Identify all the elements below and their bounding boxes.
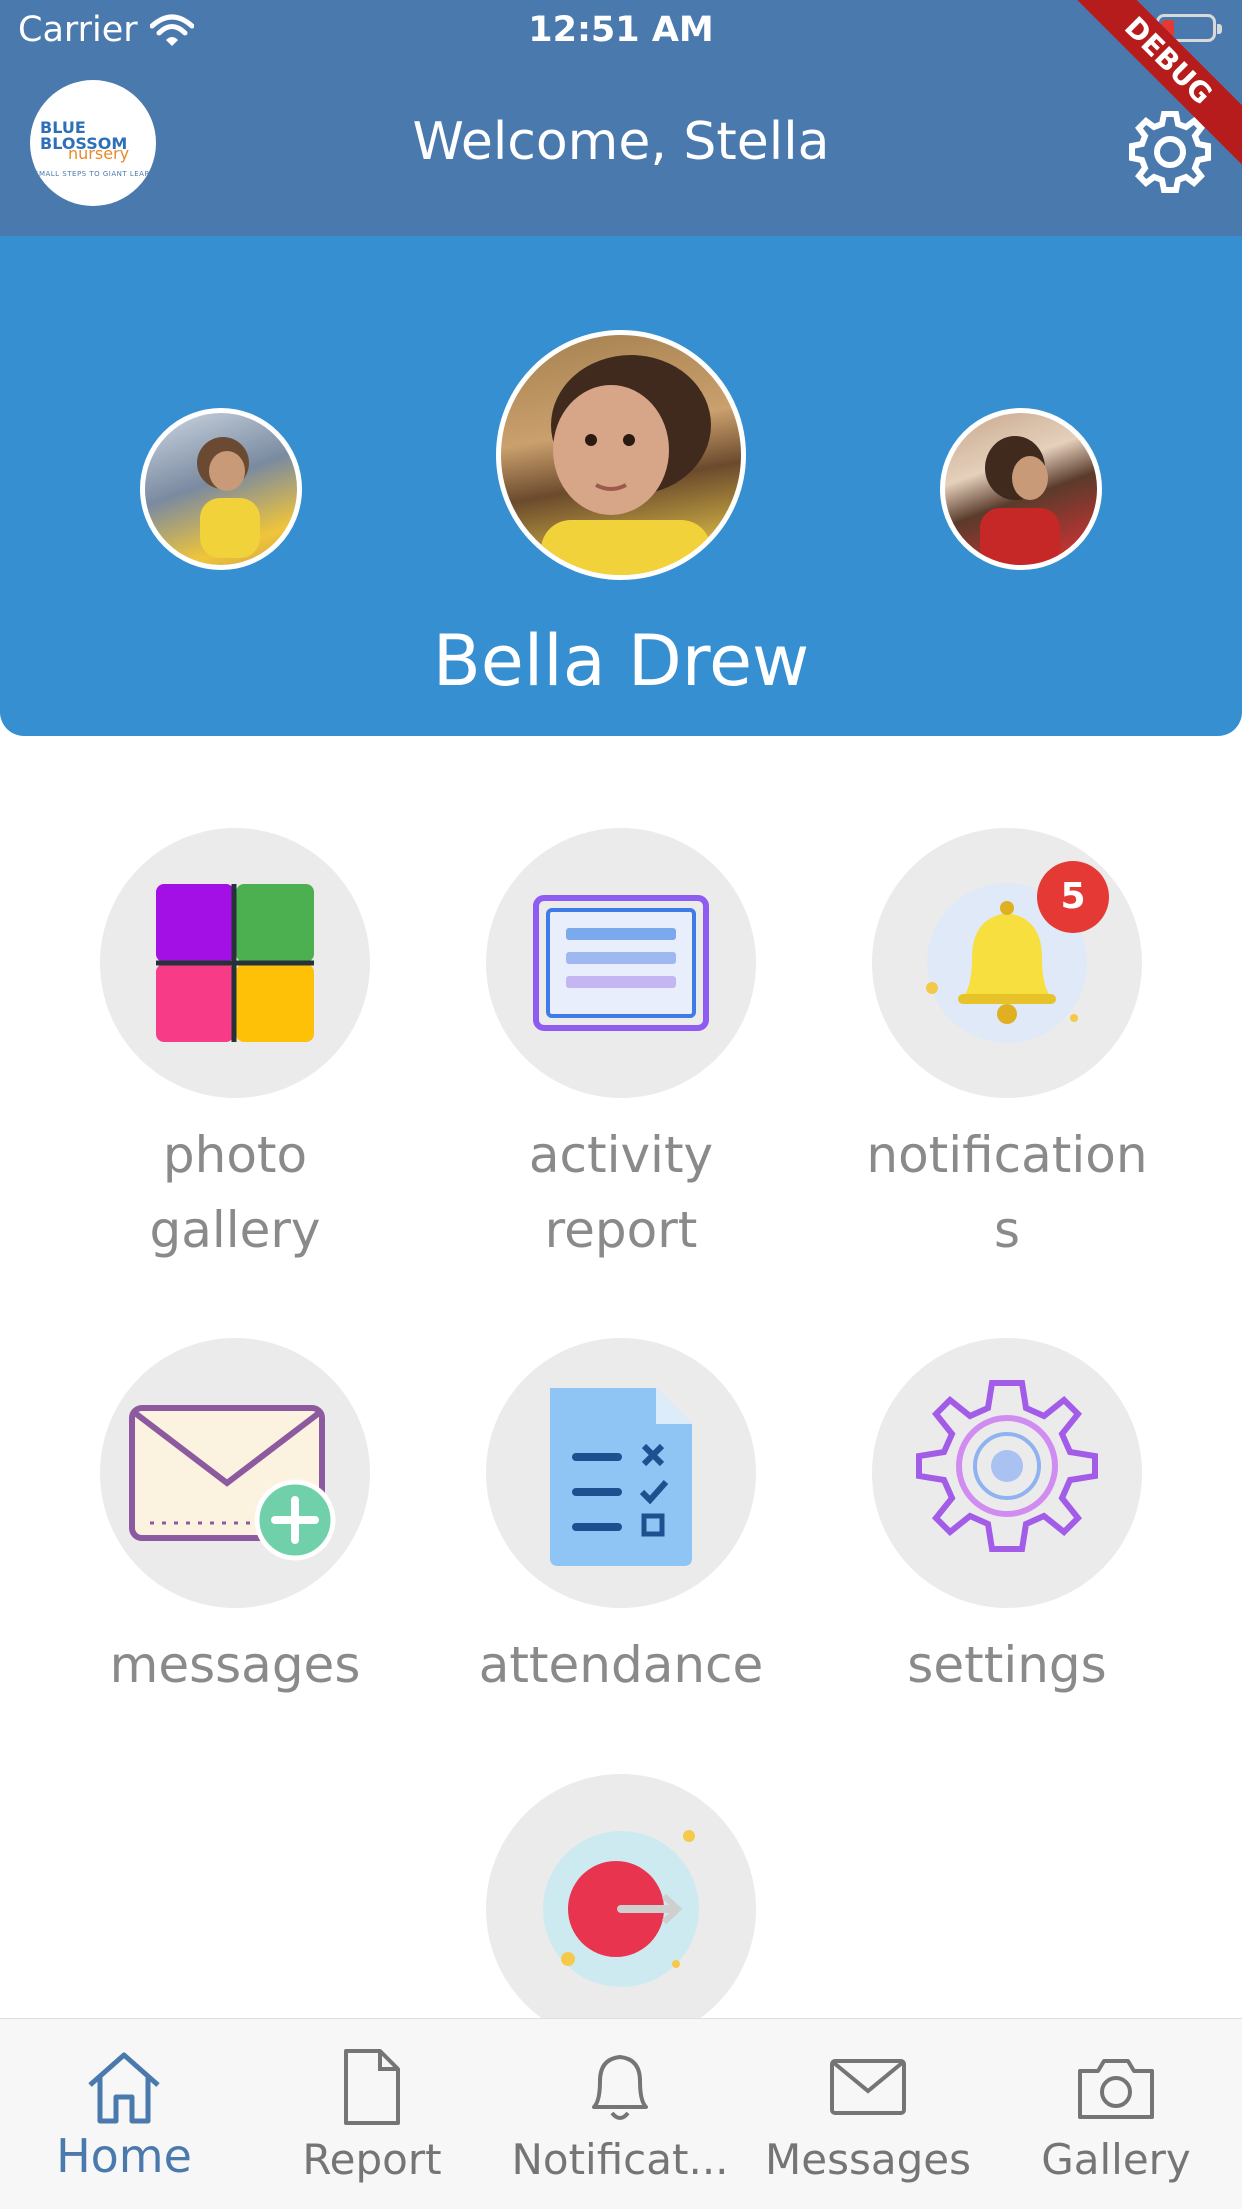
nav-label: Notificat... xyxy=(511,2135,729,2184)
child-name: Bella Drew xyxy=(432,620,810,702)
nav-home[interactable]: Home xyxy=(0,2019,248,2209)
activity-report-icon xyxy=(486,828,756,1098)
status-bar: Carrier 12:51 AM xyxy=(0,0,1242,60)
page-title: Welcome, Stella xyxy=(412,112,830,172)
child-avatar-left[interactable] xyxy=(140,408,302,570)
clock: 12:51 AM xyxy=(528,10,714,50)
notification-count-badge: 5 xyxy=(1037,861,1109,933)
nav-gallery[interactable]: Gallery xyxy=(992,2019,1240,2209)
gear-icon xyxy=(872,1338,1142,1608)
child-avatar-selected[interactable] xyxy=(496,330,746,580)
envelope-add-icon xyxy=(100,1338,370,1608)
checklist-document-icon xyxy=(486,1338,756,1608)
nav-label: Home xyxy=(56,2129,192,2183)
home-icon xyxy=(88,2052,160,2124)
bottom-navigation: Home Report Notificat... Messages Galler… xyxy=(0,2018,1242,2209)
nav-notifications[interactable]: Notificat... xyxy=(496,2019,744,2209)
logout-icon xyxy=(486,1774,756,2044)
child-avatar-right[interactable] xyxy=(940,408,1102,570)
tile-label: settings xyxy=(907,1636,1107,1694)
document-icon xyxy=(344,2049,400,2125)
nav-report[interactable]: Report xyxy=(248,2019,496,2209)
camera-icon xyxy=(1078,2059,1154,2119)
photo-gallery-icon xyxy=(100,828,370,1098)
mail-icon xyxy=(830,2059,906,2115)
bell-icon xyxy=(872,828,1142,1098)
nav-label: Gallery xyxy=(1041,2135,1191,2184)
bell-outline-icon xyxy=(592,2055,648,2120)
nav-label: Messages xyxy=(765,2135,971,2184)
nav-messages[interactable]: Messages xyxy=(744,2019,992,2209)
tile-label: notification s xyxy=(866,1126,1148,1259)
settings-gear-icon[interactable] xyxy=(1126,108,1214,196)
nav-label: Report xyxy=(302,2135,442,2184)
